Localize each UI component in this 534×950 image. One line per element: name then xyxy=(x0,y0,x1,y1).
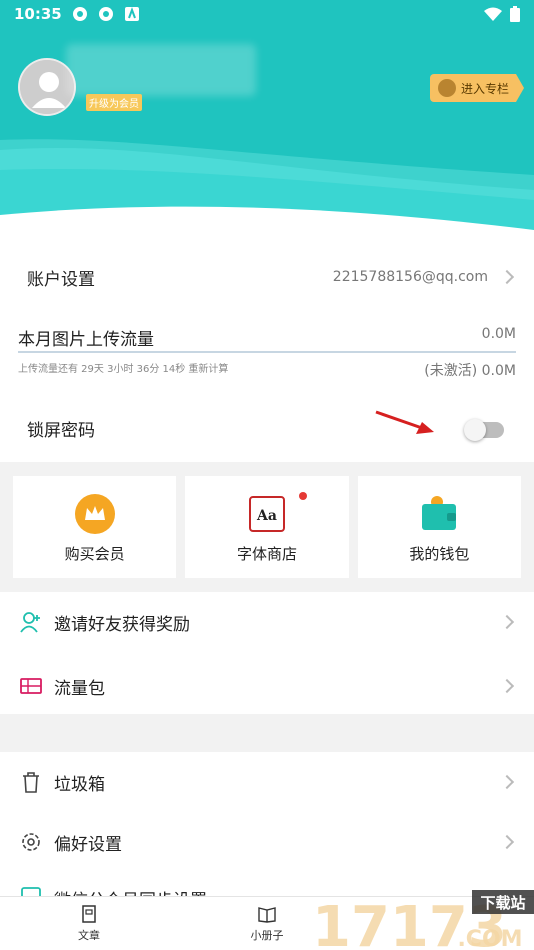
username-blurred xyxy=(66,44,256,96)
toggle-knob xyxy=(464,419,486,441)
upload-traffic-bar xyxy=(18,351,516,353)
trash-icon xyxy=(23,772,39,793)
status-bar: 10:35 xyxy=(0,0,534,28)
traffic-pack-label: 流量包 xyxy=(54,678,105,699)
red-arrow-annotation xyxy=(375,410,434,434)
preferences-label: 偏好设置 xyxy=(54,834,122,855)
account-email: 2215788156@qq.com xyxy=(332,269,488,285)
status-time: 10:35 xyxy=(14,5,62,23)
ticket-icon xyxy=(20,678,42,694)
upload-reset-note: 上传流量还有 29天 3小时 36分 14秒 重新计算 xyxy=(18,364,229,375)
gear-icon xyxy=(22,833,40,851)
app-notification-icon xyxy=(72,7,87,21)
wifi-icon xyxy=(484,7,502,21)
buy-vip-label: 购买会员 xyxy=(64,545,125,563)
svg-text:Aa: Aa xyxy=(256,508,277,524)
preferences-item[interactable]: 偏好设置 xyxy=(0,814,534,870)
battery-icon xyxy=(510,6,520,22)
upload-activation-status: (未激活) 0.0M xyxy=(424,363,516,379)
column-user-icon xyxy=(438,79,456,97)
enter-column-button[interactable]: 进入专栏 xyxy=(430,74,524,102)
nav-booklet-label: 小册子 xyxy=(250,928,284,942)
lock-screen-label: 锁屏密码 xyxy=(27,420,95,441)
my-wallet-card[interactable]: 我的钱包 xyxy=(357,476,521,578)
chevron-right-icon xyxy=(499,678,515,694)
buy-vip-card[interactable]: 购买会员 xyxy=(13,476,177,578)
enter-column-label: 进入专栏 xyxy=(461,81,510,96)
crown-icon xyxy=(74,494,115,534)
app-notification-icon xyxy=(98,7,113,21)
upload-traffic-used: 0.0M xyxy=(481,326,516,342)
watermark-domain: .COM xyxy=(457,927,522,950)
chevron-right-icon xyxy=(499,269,515,285)
feature-cards: 购买会员 Aa 字体商店 我的钱包 xyxy=(13,476,521,578)
header-wave-background xyxy=(0,0,534,246)
trash-label: 垃圾箱 xyxy=(54,774,105,795)
text-notification-icon xyxy=(124,7,139,21)
upgrade-vip-badge[interactable]: 升级为会员 xyxy=(86,94,142,111)
booklet-icon xyxy=(258,906,276,923)
lock-screen-row: 锁屏密码 xyxy=(0,404,534,452)
invite-friends-label: 邀请好友获得奖励 xyxy=(54,614,190,635)
nav-article-label: 文章 xyxy=(78,928,100,942)
my-wallet-label: 我的钱包 xyxy=(409,545,470,563)
chevron-right-icon xyxy=(499,774,515,790)
font-store-card[interactable]: Aa 字体商店 xyxy=(185,476,349,578)
account-settings-row[interactable]: 账户设置 2215788156@qq.com xyxy=(0,252,534,302)
chevron-right-icon xyxy=(499,614,515,630)
traffic-pack-item[interactable]: 流量包 xyxy=(0,658,534,714)
site-watermark: 17173 下载站 .COM xyxy=(312,890,534,950)
wallet-icon xyxy=(422,496,457,530)
article-icon xyxy=(82,904,96,923)
account-settings-label: 账户设置 xyxy=(27,269,95,290)
profile-header: 10:35 升级为会员 进入专栏 xyxy=(0,0,534,246)
invite-user-icon xyxy=(20,612,40,633)
font-store-label: 字体商店 xyxy=(236,545,297,563)
font-icon: Aa xyxy=(248,496,285,532)
trash-item[interactable]: 垃圾箱 xyxy=(0,754,534,810)
chevron-right-icon xyxy=(499,834,515,850)
nav-article[interactable]: 文章 xyxy=(0,897,178,950)
invite-friends-item[interactable]: 邀请好友获得奖励 xyxy=(0,594,534,650)
rewards-list: 邀请好友获得奖励 流量包 xyxy=(0,592,534,714)
new-badge-dot xyxy=(299,492,308,500)
upload-traffic-title: 本月图片上传流量 xyxy=(18,330,154,350)
watermark-site: 下载站 xyxy=(480,894,525,912)
lock-screen-toggle[interactable] xyxy=(464,419,504,441)
